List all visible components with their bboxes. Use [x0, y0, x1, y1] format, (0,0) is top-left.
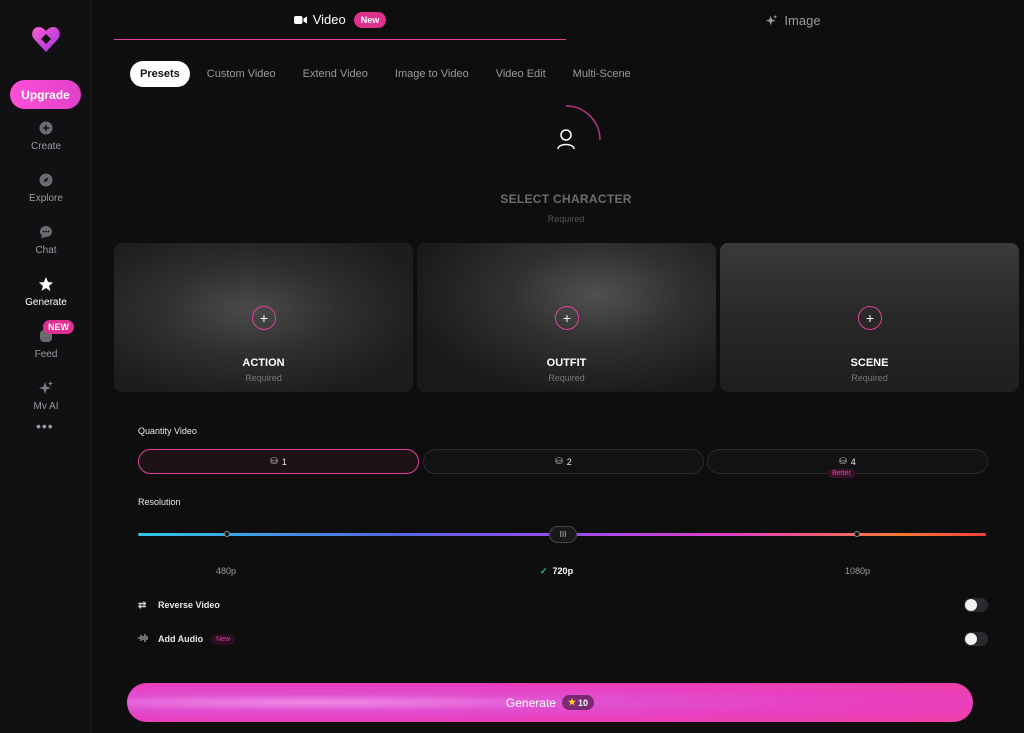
sub-tabs: Presets Custom Video Extend Video Image … [130, 61, 658, 87]
sidebar-item-label: My AI [33, 401, 59, 409]
tab-extend-video[interactable]: Extend Video [303, 68, 368, 80]
resolution-option-720p[interactable]: ✓ 720p [540, 566, 573, 577]
outfit-card-label: OUTFIT [546, 357, 587, 369]
app-logo-icon[interactable] [30, 24, 62, 56]
tab-video-edit[interactable]: Video Edit [496, 68, 546, 80]
outfit-card-required: Required [548, 373, 585, 383]
quantity-option-1[interactable]: ⛁ 1 [138, 449, 419, 474]
quantity-value: 1 [281, 456, 287, 467]
add-audio-label: Add Audio [158, 634, 204, 644]
tab-video-label: Video [312, 12, 346, 27]
add-audio-row: Add Audio New [138, 631, 236, 647]
resolution-option-1080p[interactable]: 1080p [845, 566, 870, 576]
reverse-arrows-icon: ⇄ [138, 599, 147, 611]
better-badge: Better [828, 469, 855, 478]
preset-cards: + ACTION Required + OUTFIT Required + SC… [114, 243, 1020, 392]
add-action-icon[interactable]: + [252, 306, 276, 330]
sidebar-item-label: Create [30, 141, 61, 152]
new-badge: New [211, 633, 236, 645]
upgrade-button[interactable]: Upgrade [10, 80, 81, 109]
video-camera-icon [293, 15, 307, 24]
tab-multi-scene[interactable]: Multi-Scene [573, 68, 631, 80]
chat-bubble-icon [38, 224, 54, 240]
sparkles-icon [766, 14, 778, 25]
credit-cost-badge: ★ 10 [561, 695, 595, 710]
sidebar-item-generate[interactable]: Generate [0, 276, 92, 308]
action-card[interactable]: + ACTION Required [114, 243, 413, 392]
tab-custom-video[interactable]: Custom Video [207, 68, 276, 80]
sidebar: Upgrade Create Explore Chat Generate NEW… [0, 0, 92, 733]
tab-image[interactable]: Image [566, 0, 1020, 40]
tab-image-to-video[interactable]: Image to Video [395, 68, 469, 80]
sidebar-item-feed[interactable]: NEW Feed [0, 320, 92, 360]
outfit-card[interactable]: + OUTFIT Required [417, 243, 716, 392]
sparkles-icon [38, 380, 54, 396]
plus-circle-icon [38, 120, 54, 136]
layers-icon: ⛁ [555, 456, 563, 466]
new-badge: New [353, 11, 387, 28]
action-card-required: Required [245, 373, 282, 383]
quantity-value: 4 [850, 456, 856, 467]
slider-stop-480p[interactable] [224, 531, 230, 537]
sidebar-item-label: Generate [25, 297, 67, 308]
resolution-value: 720p [552, 566, 574, 576]
quantity-label: Quantity Video [138, 426, 197, 436]
sparkle-star-icon [38, 276, 54, 292]
tab-presets[interactable]: Presets [130, 61, 190, 87]
add-outfit-icon[interactable]: + [555, 306, 579, 330]
quantity-value: 2 [566, 456, 572, 467]
new-badge: NEW [43, 320, 74, 334]
add-audio-toggle[interactable] [964, 632, 988, 646]
resolution-slider-thumb[interactable]: III [549, 526, 577, 543]
scene-card-label: SCENE [850, 357, 889, 369]
check-icon: ✓ [540, 566, 548, 576]
generate-label: Generate [505, 695, 556, 710]
top-tabs: Video New Image [114, 0, 1020, 40]
sidebar-item-label: Feed [34, 349, 58, 360]
tab-video[interactable]: Video New [114, 0, 566, 40]
star-icon: ★ [567, 697, 577, 707]
slider-stop-1080p[interactable] [854, 531, 860, 537]
sidebar-item-my-ai[interactable]: My AI [0, 380, 92, 409]
generate-button[interactable]: Generate ★ 10 [127, 683, 973, 722]
add-scene-icon[interactable]: + [858, 306, 882, 330]
sidebar-item-explore[interactable]: Explore [0, 172, 92, 204]
user-icon [557, 129, 575, 150]
reverse-video-label: Reverse Video [158, 600, 220, 610]
select-character-required: Required [547, 214, 585, 224]
sidebar-item-label: Chat [35, 245, 57, 256]
sidebar-item-label: Explore [29, 193, 63, 204]
reverse-video-toggle[interactable] [964, 598, 988, 612]
select-character-title: SELECT CHARACTER [500, 192, 632, 206]
scene-card[interactable]: + SCENE Required [720, 243, 1019, 392]
sidebar-item-chat[interactable]: Chat [0, 224, 92, 256]
compass-icon [38, 172, 54, 188]
action-card-label: ACTION [242, 357, 285, 369]
layers-icon: ⛁ [839, 456, 847, 466]
tab-image-label: Image [784, 12, 821, 28]
select-character-button[interactable] [530, 104, 602, 176]
scene-card-required: Required [851, 373, 888, 383]
layers-icon: ⛁ [270, 456, 278, 466]
sidebar-item-create[interactable]: Create [0, 120, 92, 152]
quantity-option-2[interactable]: ⛁ 2 [423, 449, 704, 474]
main-panel: Video New Image Presets Custom Video Ext… [108, 0, 1024, 733]
audio-waveform-icon [138, 633, 152, 646]
resolution-label: Resolution [138, 497, 181, 507]
reverse-video-row: ⇄ Reverse Video [138, 597, 220, 613]
resolution-option-480p[interactable]: 480p [216, 566, 236, 576]
credit-cost: 10 [578, 697, 589, 708]
more-options-icon[interactable]: ••• [36, 418, 54, 434]
